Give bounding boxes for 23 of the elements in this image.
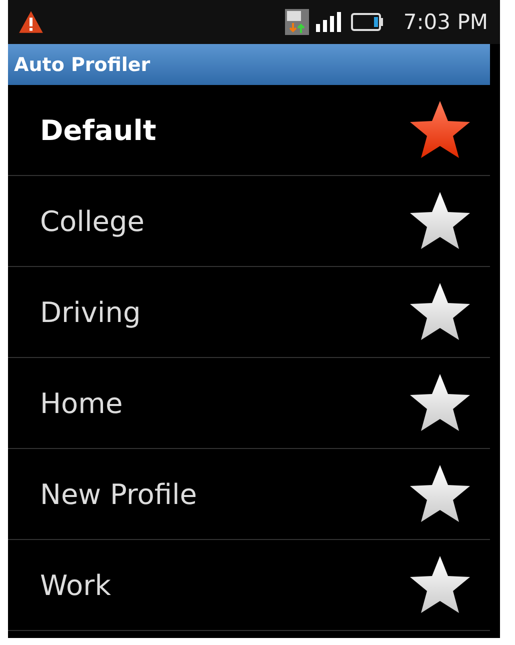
- network-3g-icon: [285, 9, 310, 35]
- profile-row[interactable]: Home: [8, 358, 490, 449]
- star-icon[interactable]: [408, 554, 472, 616]
- profile-row[interactable]: Work: [8, 540, 490, 631]
- profile-name: Driving: [40, 296, 141, 328]
- clock-time: 7:03 PM: [403, 10, 488, 34]
- profile-name: College: [40, 204, 144, 238]
- warning-icon: [18, 10, 44, 34]
- profile-name: New Profile: [40, 478, 198, 510]
- battery-icon: [351, 13, 384, 31]
- profile-row[interactable]: New Profile: [8, 449, 490, 540]
- star-icon[interactable]: [408, 190, 472, 252]
- star-icon[interactable]: [408, 372, 472, 434]
- profile-row[interactable]: Default: [8, 85, 490, 176]
- app-title: Auto Profiler: [14, 54, 150, 76]
- star-icon[interactable]: [408, 463, 472, 525]
- star-icon[interactable]: [408, 99, 472, 161]
- profile-name: Work: [40, 568, 111, 602]
- profile-row[interactable]: Driving: [8, 267, 490, 358]
- profile-name: Home: [40, 386, 123, 420]
- star-icon[interactable]: [408, 281, 472, 343]
- profile-row[interactable]: College: [8, 176, 490, 267]
- profile-name: Default: [40, 114, 156, 146]
